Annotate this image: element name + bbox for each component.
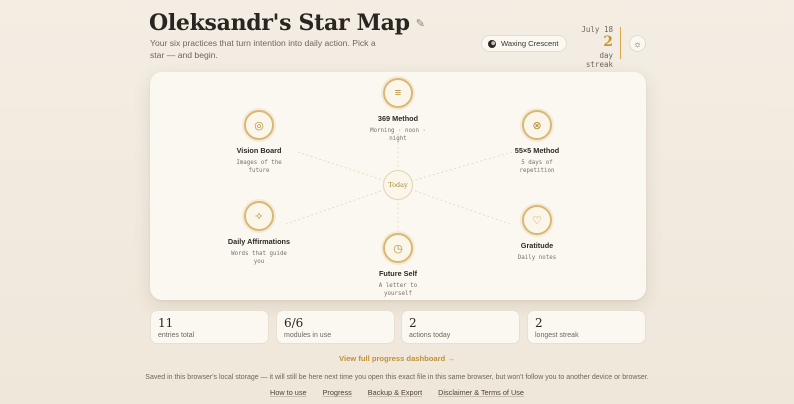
- star-369-method[interactable]: ≡ 369 Method Morning · noon · night: [353, 78, 443, 143]
- stat-label: actions today: [409, 332, 451, 339]
- moon-phase-badge: Waxing Crescent: [481, 35, 567, 52]
- streak-block: July 18 2 day streak: [569, 25, 613, 69]
- star-name: 55×5 Method: [514, 146, 560, 155]
- cross-circle-icon: ⊗: [522, 110, 552, 140]
- star-name: Future Self: [378, 269, 418, 278]
- pencil-icon[interactable]: ✎: [416, 17, 425, 30]
- page-title: Oleksandr's Star Map ✎: [149, 10, 425, 36]
- moon-icon: [488, 39, 496, 48]
- streak-value: 2: [603, 34, 613, 50]
- stat-value: 6/6: [284, 316, 304, 330]
- star-55x5-method[interactable]: ⊗ 55×5 Method 5 days of repetition: [492, 110, 582, 175]
- footer-link-backup-export[interactable]: Backup & Export: [368, 388, 422, 397]
- star-desc: Daily notes: [517, 255, 557, 261]
- footer-link-progress[interactable]: Progress: [323, 388, 352, 397]
- streak-label: day streak: [585, 51, 613, 69]
- view-dashboard-link[interactable]: View full progress dashboard →: [0, 354, 794, 363]
- stat-label: entries total: [158, 332, 195, 339]
- stat-label: modules in use: [284, 332, 332, 339]
- star-desc: A letter to yourself: [378, 283, 418, 297]
- star-map: Today ≡ 369 Method Morning · noon · nigh…: [150, 72, 646, 300]
- star-desc: Images of the future: [236, 160, 282, 174]
- stat-value: 11: [158, 316, 174, 330]
- star-name: Vision Board: [236, 146, 282, 155]
- clock-icon: ◷: [383, 233, 413, 263]
- star-vision-board[interactable]: ◎ Vision Board Images of the future: [214, 110, 304, 175]
- footer-link-disclaimer[interactable]: Disclaimer & Terms of Use: [438, 388, 524, 397]
- stat-longest-streak: 2 longest streak: [527, 310, 646, 344]
- stat-actions-today: 2 actions today: [401, 310, 520, 344]
- star-name: Daily Affirmations: [227, 237, 291, 246]
- stat-value: 2: [535, 316, 543, 330]
- star-desc: Morning · noon · night: [370, 128, 426, 142]
- star-future-self[interactable]: ◷ Future Self A letter to yourself: [353, 233, 443, 298]
- page-title-text: Oleksandr's Star Map: [149, 10, 410, 36]
- footer-nav: How to use Progress Backup & Export Disc…: [0, 388, 794, 397]
- star-gratitude[interactable]: ♡ Gratitude Daily notes: [492, 205, 582, 262]
- star-daily-affirmations[interactable]: ✧ Daily Affirmations Words that guide yo…: [214, 201, 304, 266]
- heart-icon: ♡: [522, 205, 552, 235]
- sparkle-icon: ✧: [244, 201, 274, 231]
- theme-toggle-button[interactable]: ☼: [629, 35, 646, 52]
- stat-entries-total: 11 entries total: [150, 310, 269, 344]
- footer-link-how-to-use[interactable]: How to use: [270, 388, 307, 397]
- moon-phase-label: Waxing Crescent: [501, 39, 559, 48]
- stat-label: longest streak: [535, 332, 579, 339]
- sun-icon: ☼: [633, 38, 642, 49]
- divider: [620, 27, 621, 59]
- star-name: 369 Method: [377, 114, 419, 123]
- center-today-node[interactable]: Today: [383, 170, 413, 200]
- lines-icon: ≡: [383, 78, 413, 108]
- page-subtitle: Your six practices that turn intention i…: [150, 38, 376, 60]
- current-date: July 18: [581, 25, 613, 34]
- storage-note: Saved in this browser's local storage — …: [145, 374, 649, 381]
- stat-value: 2: [409, 316, 417, 330]
- target-icon: ◎: [244, 110, 274, 140]
- star-desc: Words that guide you: [231, 251, 287, 265]
- stat-modules-in-use: 6/6 modules in use: [276, 310, 395, 344]
- star-desc: 5 days of repetition: [519, 160, 555, 174]
- star-name: Gratitude: [520, 241, 554, 250]
